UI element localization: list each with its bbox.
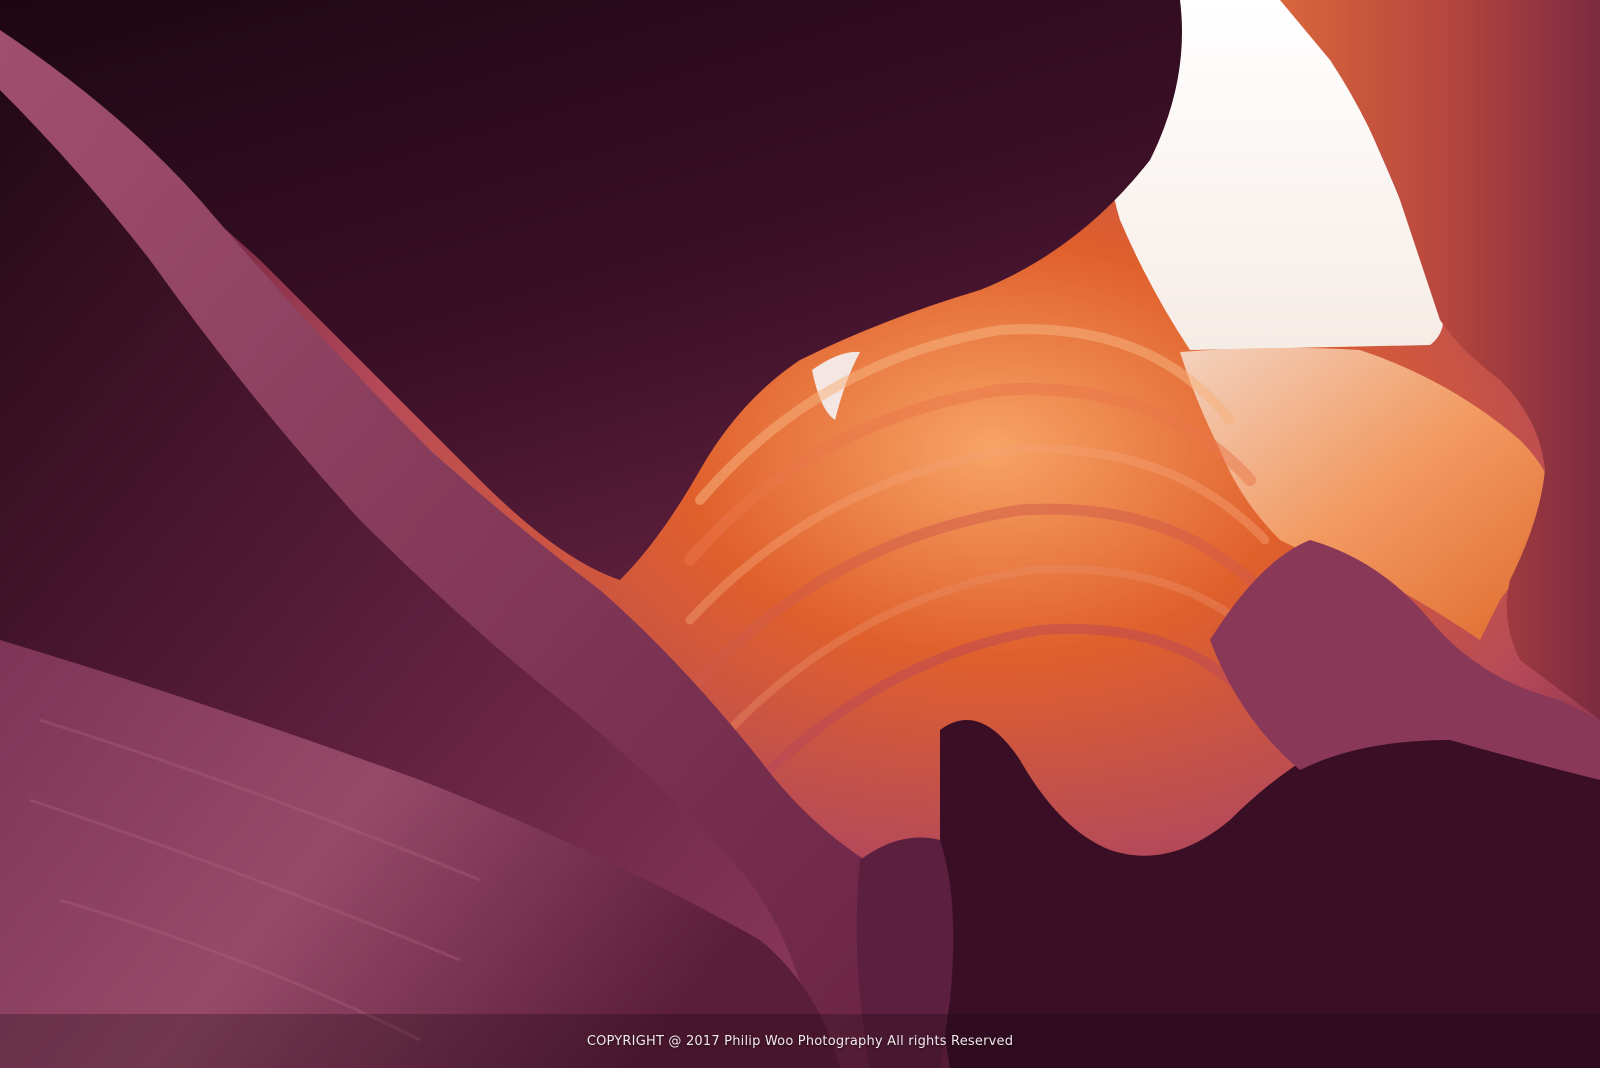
watermark-bar: COPYRIGHT @ 2017 Philip Woo Photography …	[0, 1014, 1600, 1068]
canyon-photo: COPYRIGHT @ 2017 Philip Woo Photography …	[0, 0, 1600, 1068]
canyon-photo-graphic	[0, 0, 1600, 1068]
copyright-watermark: COPYRIGHT @ 2017 Philip Woo Photography …	[586, 1033, 1014, 1049]
